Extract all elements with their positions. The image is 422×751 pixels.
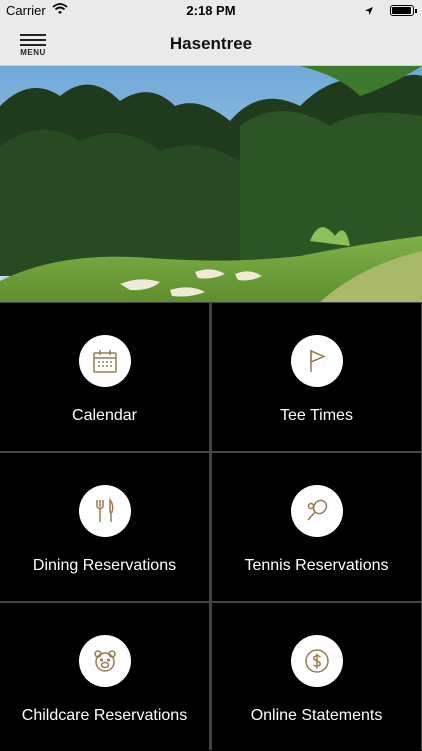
page-title: Hasentree [169,34,253,53]
tee-times-tile[interactable]: Tee Times [212,303,421,451]
fork-knife-icon [96,497,114,522]
childcare-reservations-tile[interactable]: Childcare Reservations [0,603,209,751]
online-statements-label: Online Statements [250,707,383,724]
clock-time: 2:18 PM [186,3,236,18]
teddy-bear-icon [94,650,116,672]
golf-course-hero-image [0,66,422,302]
tennis-reservations-label: Tennis Reservations [244,557,389,574]
battery-icon [390,5,417,16]
calendar-label: Calendar [72,407,137,424]
childcare-reservations-label: Childcare Reservations [21,707,188,724]
menu-grid: Calendar Tee Times Dining Reservations T… [0,302,422,751]
location-arrow-icon [364,4,374,19]
tennis-reservations-tile[interactable]: Tennis Reservations [212,453,421,601]
navigation-bar: MENU Hasentree [0,22,422,66]
calendar-tile[interactable]: Calendar [0,303,209,451]
dollar-icon [305,649,329,673]
tennis-racket-icon [307,499,328,521]
dining-reservations-label: Dining Reservations [32,557,177,574]
dining-reservations-tile[interactable]: Dining Reservations [0,453,209,601]
tee-times-label: Tee Times [280,407,353,424]
flag-icon [310,349,326,372]
online-statements-tile[interactable]: Online Statements [212,603,421,751]
status-bar: Carrier 2:18 PM [0,0,422,22]
calendar-icon [93,350,117,373]
